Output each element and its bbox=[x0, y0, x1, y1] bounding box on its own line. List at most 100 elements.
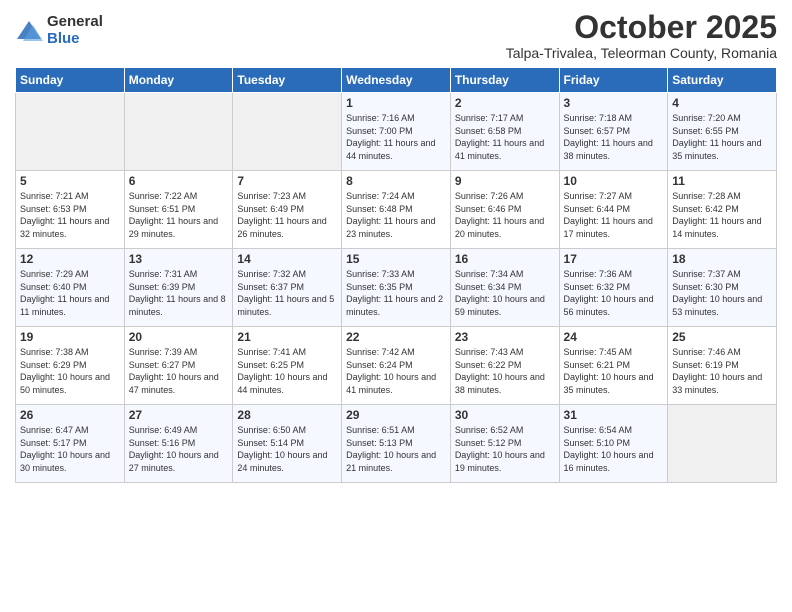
title-area: October 2025 Talpa-Trivalea, Teleorman C… bbox=[506, 10, 777, 61]
day-info: Sunrise: 7:45 AM Sunset: 6:21 PM Dayligh… bbox=[564, 346, 664, 396]
logo-blue: Blue bbox=[47, 31, 103, 48]
day-info: Sunrise: 7:22 AM Sunset: 6:51 PM Dayligh… bbox=[129, 190, 229, 240]
month-title: October 2025 bbox=[506, 10, 777, 45]
day-number: 6 bbox=[129, 174, 229, 188]
day-info: Sunrise: 7:23 AM Sunset: 6:49 PM Dayligh… bbox=[237, 190, 337, 240]
day-info: Sunrise: 7:17 AM Sunset: 6:58 PM Dayligh… bbox=[455, 112, 555, 162]
day-cell: 18Sunrise: 7:37 AM Sunset: 6:30 PM Dayli… bbox=[668, 249, 777, 327]
day-cell: 29Sunrise: 6:51 AM Sunset: 5:13 PM Dayli… bbox=[342, 405, 451, 483]
day-info: Sunrise: 7:18 AM Sunset: 6:57 PM Dayligh… bbox=[564, 112, 664, 162]
day-cell: 5Sunrise: 7:21 AM Sunset: 6:53 PM Daylig… bbox=[16, 171, 125, 249]
day-number: 8 bbox=[346, 174, 446, 188]
day-cell: 19Sunrise: 7:38 AM Sunset: 6:29 PM Dayli… bbox=[16, 327, 125, 405]
day-number: 7 bbox=[237, 174, 337, 188]
day-number: 23 bbox=[455, 330, 555, 344]
day-cell: 6 Sunrise: 7:22 AM Sunset: 6:51 PM Daylig… bbox=[124, 171, 233, 249]
day-info: Sunrise: 7:39 AM Sunset: 6:27 PM Dayligh… bbox=[129, 346, 229, 396]
day-number: 26 bbox=[20, 408, 120, 422]
day-cell: 12Sunrise: 7:29 AM Sunset: 6:40 PM Dayli… bbox=[16, 249, 125, 327]
day-cell: 17 Sunrise: 7:36 AM Sunset: 6:32 PM Dayli… bbox=[559, 249, 668, 327]
day-info: Sunrise: 7:37 AM Sunset: 6:30 PM Dayligh… bbox=[672, 268, 772, 318]
day-number: 15 bbox=[346, 252, 446, 266]
day-cell: 16 Sunrise: 7:34 AM Sunset: 6:34 PM Dayli… bbox=[450, 249, 559, 327]
day-number: 2 bbox=[455, 96, 555, 110]
day-info: Sunrise: 7:41 AM Sunset: 6:25 PM Dayligh… bbox=[237, 346, 337, 396]
day-cell: 26 Sunrise: 6:47 AM Sunset: 5:17 PM Dayli… bbox=[16, 405, 125, 483]
day-info: Sunrise: 6:54 AM Sunset: 5:10 PM Dayligh… bbox=[564, 424, 664, 474]
day-cell: 13Sunrise: 7:31 AM Sunset: 6:39 PM Dayli… bbox=[124, 249, 233, 327]
day-cell: 4Sunrise: 7:20 AM Sunset: 6:55 PM Daylig… bbox=[668, 93, 777, 171]
weekday-header-wednesday: Wednesday bbox=[342, 68, 451, 93]
weekday-header-thursday: Thursday bbox=[450, 68, 559, 93]
day-cell: 3 Sunrise: 7:18 AM Sunset: 6:57 PM Daylig… bbox=[559, 93, 668, 171]
weekday-header-monday: Monday bbox=[124, 68, 233, 93]
day-cell: 9 Sunrise: 7:26 AM Sunset: 6:46 PM Daylig… bbox=[450, 171, 559, 249]
day-info: Sunrise: 7:43 AM Sunset: 6:22 PM Dayligh… bbox=[455, 346, 555, 396]
day-number: 16 bbox=[455, 252, 555, 266]
day-number: 22 bbox=[346, 330, 446, 344]
day-cell bbox=[233, 93, 342, 171]
day-number: 25 bbox=[672, 330, 772, 344]
weekday-header-row: SundayMondayTuesdayWednesdayThursdayFrid… bbox=[16, 68, 777, 93]
weekday-header-saturday: Saturday bbox=[668, 68, 777, 93]
day-info: Sunrise: 7:33 AM Sunset: 6:35 PM Dayligh… bbox=[346, 268, 446, 318]
day-info: Sunrise: 7:28 AM Sunset: 6:42 PM Dayligh… bbox=[672, 190, 772, 240]
day-cell: 14 Sunrise: 7:32 AM Sunset: 6:37 PM Dayli… bbox=[233, 249, 342, 327]
day-number: 1 bbox=[346, 96, 446, 110]
day-cell: 7 Sunrise: 7:23 AM Sunset: 6:49 PM Daylig… bbox=[233, 171, 342, 249]
day-info: Sunrise: 7:20 AM Sunset: 6:55 PM Dayligh… bbox=[672, 112, 772, 162]
day-info: Sunrise: 6:51 AM Sunset: 5:13 PM Dayligh… bbox=[346, 424, 446, 474]
day-cell: 1 Sunrise: 7:16 AM Sunset: 7:00 PM Daylig… bbox=[342, 93, 451, 171]
day-info: Sunrise: 7:27 AM Sunset: 6:44 PM Dayligh… bbox=[564, 190, 664, 240]
week-row-4: 26 Sunrise: 6:47 AM Sunset: 5:17 PM Dayli… bbox=[16, 405, 777, 483]
subtitle: Talpa-Trivalea, Teleorman County, Romani… bbox=[506, 45, 777, 61]
day-cell bbox=[16, 93, 125, 171]
day-cell bbox=[124, 93, 233, 171]
day-number: 9 bbox=[455, 174, 555, 188]
day-cell: 15 Sunrise: 7:33 AM Sunset: 6:35 PM Dayli… bbox=[342, 249, 451, 327]
logo: General Blue bbox=[15, 14, 103, 47]
day-number: 31 bbox=[564, 408, 664, 422]
logo-icon bbox=[15, 17, 43, 45]
header: General Blue October 2025 Talpa-Trivalea… bbox=[15, 10, 777, 61]
day-number: 12 bbox=[20, 252, 120, 266]
day-info: Sunrise: 7:34 AM Sunset: 6:34 PM Dayligh… bbox=[455, 268, 555, 318]
day-info: Sunrise: 7:46 AM Sunset: 6:19 PM Dayligh… bbox=[672, 346, 772, 396]
day-cell: 25 Sunrise: 7:46 AM Sunset: 6:19 PM Dayli… bbox=[668, 327, 777, 405]
day-number: 11 bbox=[672, 174, 772, 188]
day-cell: 24 Sunrise: 7:45 AM Sunset: 6:21 PM Dayli… bbox=[559, 327, 668, 405]
day-info: Sunrise: 6:50 AM Sunset: 5:14 PM Dayligh… bbox=[237, 424, 337, 474]
day-cell: 10Sunrise: 7:27 AM Sunset: 6:44 PM Dayli… bbox=[559, 171, 668, 249]
day-number: 28 bbox=[237, 408, 337, 422]
calendar-table: SundayMondayTuesdayWednesdayThursdayFrid… bbox=[15, 67, 777, 483]
weekday-header-sunday: Sunday bbox=[16, 68, 125, 93]
day-cell: 31 Sunrise: 6:54 AM Sunset: 5:10 PM Dayli… bbox=[559, 405, 668, 483]
day-info: Sunrise: 7:32 AM Sunset: 6:37 PM Dayligh… bbox=[237, 268, 337, 318]
day-info: Sunrise: 7:21 AM Sunset: 6:53 PM Dayligh… bbox=[20, 190, 120, 240]
day-number: 24 bbox=[564, 330, 664, 344]
week-row-2: 12Sunrise: 7:29 AM Sunset: 6:40 PM Dayli… bbox=[16, 249, 777, 327]
day-number: 19 bbox=[20, 330, 120, 344]
logo-text: General Blue bbox=[47, 14, 103, 47]
day-cell: 11 Sunrise: 7:28 AM Sunset: 6:42 PM Dayli… bbox=[668, 171, 777, 249]
week-row-3: 19Sunrise: 7:38 AM Sunset: 6:29 PM Dayli… bbox=[16, 327, 777, 405]
day-info: Sunrise: 7:31 AM Sunset: 6:39 PM Dayligh… bbox=[129, 268, 229, 318]
page: General Blue October 2025 Talpa-Trivalea… bbox=[0, 0, 792, 612]
day-number: 17 bbox=[564, 252, 664, 266]
day-cell: 27Sunrise: 6:49 AM Sunset: 5:16 PM Dayli… bbox=[124, 405, 233, 483]
week-row-1: 5Sunrise: 7:21 AM Sunset: 6:53 PM Daylig… bbox=[16, 171, 777, 249]
day-cell: 2 Sunrise: 7:17 AM Sunset: 6:58 PM Daylig… bbox=[450, 93, 559, 171]
day-info: Sunrise: 7:16 AM Sunset: 7:00 PM Dayligh… bbox=[346, 112, 446, 162]
weekday-header-tuesday: Tuesday bbox=[233, 68, 342, 93]
day-number: 20 bbox=[129, 330, 229, 344]
day-cell: 22Sunrise: 7:42 AM Sunset: 6:24 PM Dayli… bbox=[342, 327, 451, 405]
day-number: 14 bbox=[237, 252, 337, 266]
day-cell: 21 Sunrise: 7:41 AM Sunset: 6:25 PM Dayli… bbox=[233, 327, 342, 405]
day-info: Sunrise: 7:36 AM Sunset: 6:32 PM Dayligh… bbox=[564, 268, 664, 318]
week-row-0: 1 Sunrise: 7:16 AM Sunset: 7:00 PM Daylig… bbox=[16, 93, 777, 171]
day-number: 21 bbox=[237, 330, 337, 344]
day-info: Sunrise: 7:26 AM Sunset: 6:46 PM Dayligh… bbox=[455, 190, 555, 240]
day-cell: 23 Sunrise: 7:43 AM Sunset: 6:22 PM Dayli… bbox=[450, 327, 559, 405]
day-info: Sunrise: 6:47 AM Sunset: 5:17 PM Dayligh… bbox=[20, 424, 120, 474]
day-number: 3 bbox=[564, 96, 664, 110]
